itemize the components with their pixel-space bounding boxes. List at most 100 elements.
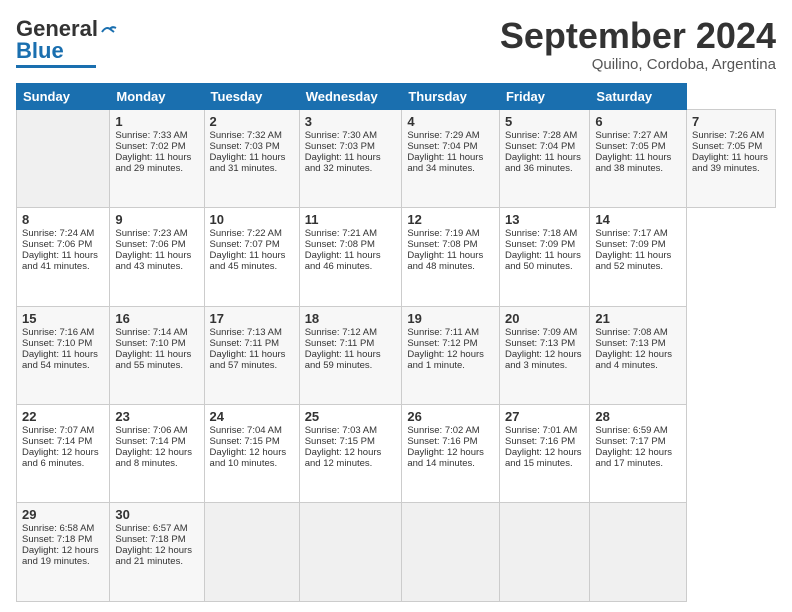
day-info: and 1 minute. [407,360,494,371]
day-info: and 10 minutes. [210,458,294,469]
day-info: Sunrise: 7:09 AM [505,327,584,338]
calendar-cell: 15Sunrise: 7:16 AMSunset: 7:10 PMDayligh… [17,306,110,404]
day-info: Sunrise: 7:26 AM [692,130,770,141]
day-info: Daylight: 11 hours [505,152,584,163]
day-number: 20 [505,311,584,326]
day-info: Sunset: 7:04 PM [505,141,584,152]
day-info: Daylight: 12 hours [505,447,584,458]
calendar-cell [204,503,299,602]
calendar-cell: 28Sunrise: 6:59 AMSunset: 7:17 PMDayligh… [590,405,687,503]
day-number: 23 [115,409,198,424]
day-number: 21 [595,311,681,326]
day-info: Sunrise: 7:11 AM [407,327,494,338]
calendar-header-thursday: Thursday [402,83,500,109]
day-info: Sunrise: 7:21 AM [305,228,397,239]
day-number: 11 [305,212,397,227]
day-info: and 31 minutes. [210,163,294,174]
day-info: Sunrise: 7:33 AM [115,130,198,141]
day-info: Daylight: 11 hours [115,152,198,163]
day-info: Sunset: 7:08 PM [407,239,494,250]
day-info: Sunrise: 7:08 AM [595,327,681,338]
day-number: 10 [210,212,294,227]
day-info: Sunset: 7:14 PM [115,436,198,447]
day-info: Daylight: 12 hours [22,545,104,556]
day-info: Sunrise: 6:58 AM [22,523,104,534]
day-number: 29 [22,507,104,522]
calendar-cell: 20Sunrise: 7:09 AMSunset: 7:13 PMDayligh… [499,306,589,404]
day-number: 30 [115,507,198,522]
calendar-cell: 11Sunrise: 7:21 AMSunset: 7:08 PMDayligh… [299,208,402,306]
day-number: 22 [22,409,104,424]
day-info: Sunrise: 7:04 AM [210,425,294,436]
day-info: Sunrise: 7:27 AM [595,130,681,141]
day-number: 13 [505,212,584,227]
day-info: Daylight: 11 hours [210,152,294,163]
day-info: Sunset: 7:15 PM [305,436,397,447]
day-number: 6 [595,114,681,129]
calendar-body: 1Sunrise: 7:33 AMSunset: 7:02 PMDaylight… [17,109,776,601]
day-info: Daylight: 12 hours [305,447,397,458]
day-info: Daylight: 11 hours [115,250,198,261]
day-number: 15 [22,311,104,326]
calendar-header-friday: Friday [499,83,589,109]
day-info: Sunset: 7:18 PM [22,534,104,545]
calendar-header-sunday: Sunday [17,83,110,109]
calendar-cell: 4Sunrise: 7:29 AMSunset: 7:04 PMDaylight… [402,109,500,207]
day-info: Sunset: 7:13 PM [595,338,681,349]
day-info: and 32 minutes. [305,163,397,174]
day-info: Sunrise: 7:30 AM [305,130,397,141]
calendar-cell: 25Sunrise: 7:03 AMSunset: 7:15 PMDayligh… [299,405,402,503]
day-info: and 54 minutes. [22,360,104,371]
day-info: Sunrise: 7:29 AM [407,130,494,141]
day-info: Daylight: 11 hours [407,250,494,261]
top-section: General Blue September 2024 Quilino, Cor… [16,16,776,73]
day-info: and 12 minutes. [305,458,397,469]
day-info: Daylight: 11 hours [115,349,198,360]
day-info: Sunset: 7:17 PM [595,436,681,447]
day-info: and 17 minutes. [595,458,681,469]
calendar-cell: 23Sunrise: 7:06 AMSunset: 7:14 PMDayligh… [110,405,204,503]
calendar-cell [299,503,402,602]
logo-blue: Blue [16,38,118,64]
day-info: Sunset: 7:05 PM [595,141,681,152]
day-info: Sunset: 7:07 PM [210,239,294,250]
day-info: and 36 minutes. [505,163,584,174]
day-info: Sunrise: 7:22 AM [210,228,294,239]
day-info: Daylight: 11 hours [692,152,770,163]
day-info: Daylight: 11 hours [210,349,294,360]
day-info: and 57 minutes. [210,360,294,371]
calendar-cell: 5Sunrise: 7:28 AMSunset: 7:04 PMDaylight… [499,109,589,207]
day-info: and 48 minutes. [407,261,494,272]
day-info: Sunrise: 7:13 AM [210,327,294,338]
day-info: Sunrise: 7:07 AM [22,425,104,436]
calendar-cell: 18Sunrise: 7:12 AMSunset: 7:11 PMDayligh… [299,306,402,404]
day-info: Sunrise: 7:02 AM [407,425,494,436]
day-info: Sunset: 7:09 PM [595,239,681,250]
day-info: and 15 minutes. [505,458,584,469]
day-info: and 3 minutes. [505,360,584,371]
day-info: Sunrise: 7:23 AM [115,228,198,239]
calendar-cell: 1Sunrise: 7:33 AMSunset: 7:02 PMDaylight… [110,109,204,207]
calendar-cell: 26Sunrise: 7:02 AMSunset: 7:16 PMDayligh… [402,405,500,503]
day-info: Daylight: 12 hours [505,349,584,360]
day-number: 28 [595,409,681,424]
page: General Blue September 2024 Quilino, Cor… [0,0,792,612]
calendar: SundayMondayTuesdayWednesdayThursdayFrid… [16,83,776,602]
day-number: 2 [210,114,294,129]
day-info: Daylight: 11 hours [595,250,681,261]
calendar-cell: 24Sunrise: 7:04 AMSunset: 7:15 PMDayligh… [204,405,299,503]
day-info: Daylight: 11 hours [210,250,294,261]
day-info: Daylight: 12 hours [407,447,494,458]
day-info: and 43 minutes. [115,261,198,272]
day-info: Daylight: 11 hours [407,152,494,163]
day-number: 5 [505,114,584,129]
calendar-week-3: 22Sunrise: 7:07 AM Sunset: 7:14 PM Dayligh… [17,405,776,503]
calendar-header-saturday: Saturday [590,83,687,109]
day-info: Daylight: 12 hours [210,447,294,458]
day-number: 25 [305,409,397,424]
day-number: 4 [407,114,494,129]
day-info: and 41 minutes. [22,261,104,272]
day-info: Daylight: 11 hours [22,250,104,261]
calendar-cell: 9Sunrise: 7:23 AMSunset: 7:06 PMDaylight… [110,208,204,306]
day-info: Sunrise: 6:57 AM [115,523,198,534]
